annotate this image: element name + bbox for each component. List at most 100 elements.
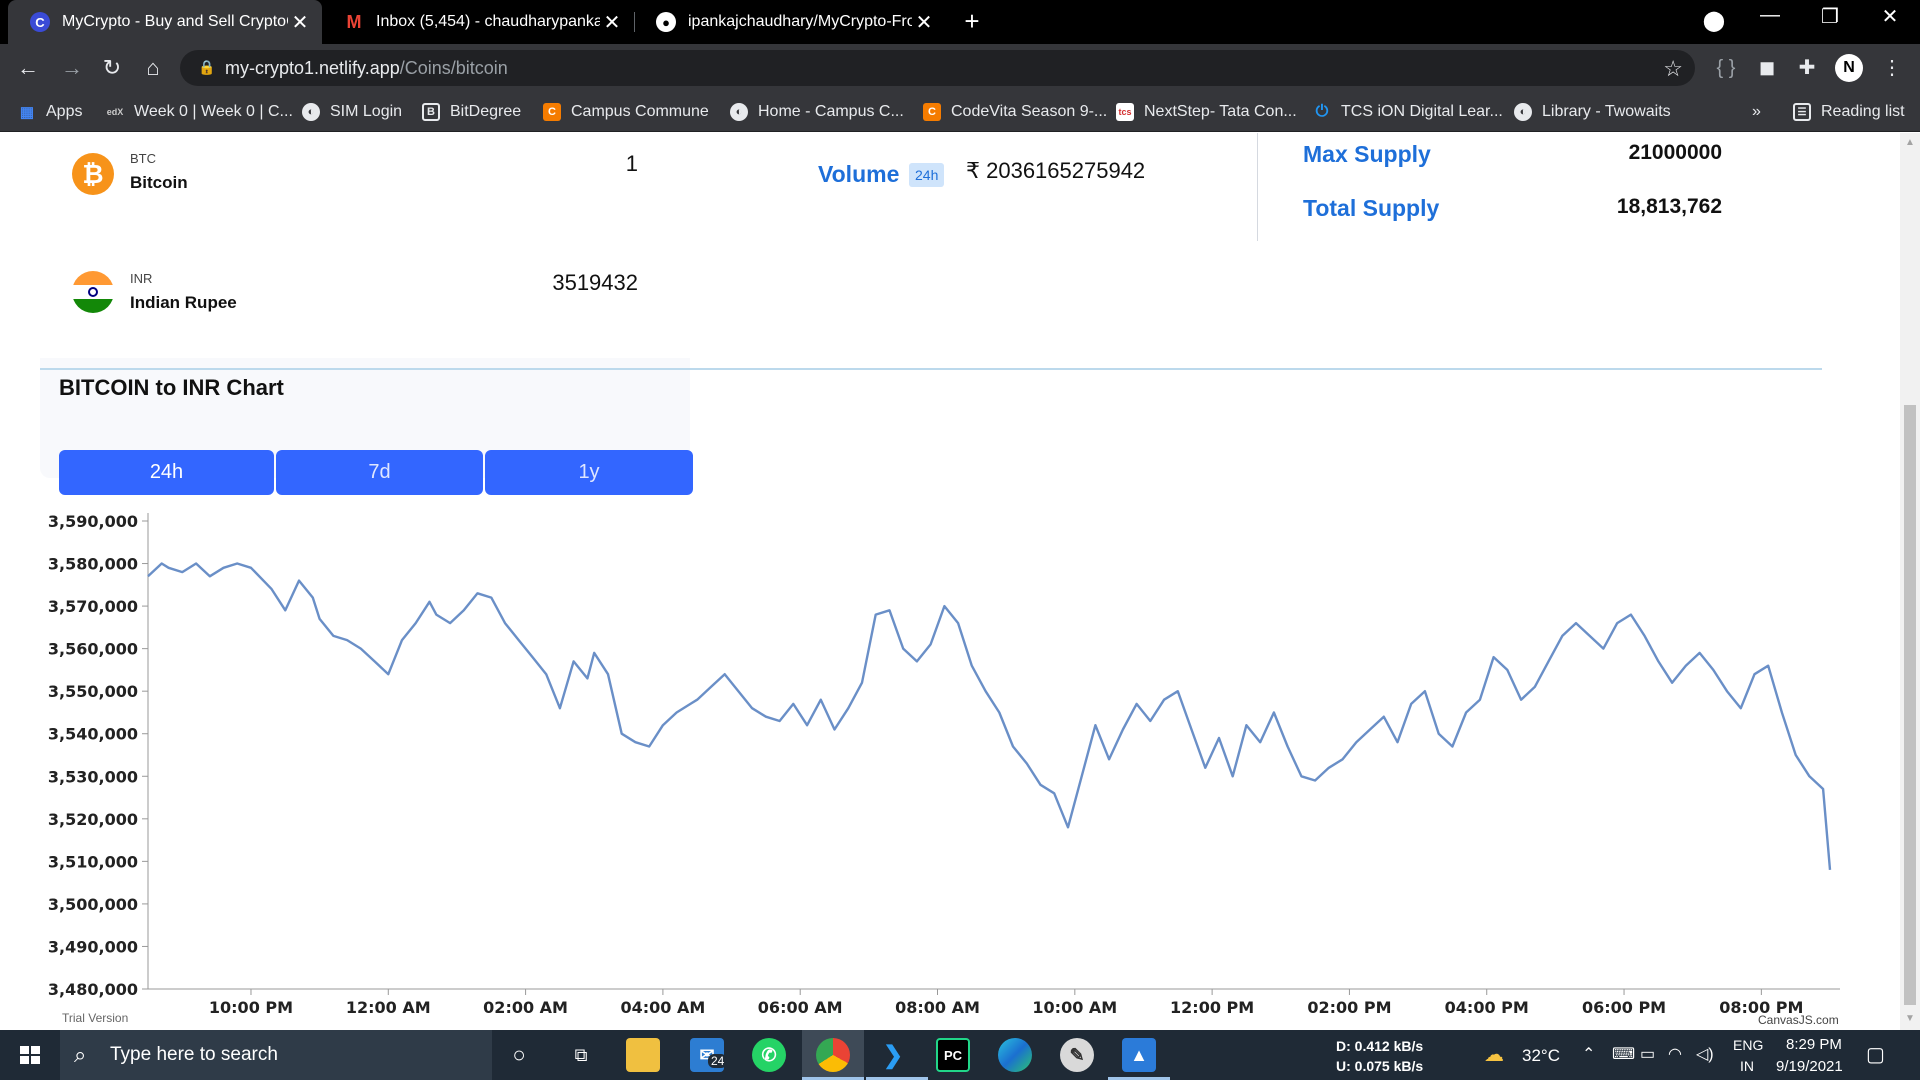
battery-icon[interactable]: ▭ (1640, 1044, 1655, 1064)
forward-arrow-icon[interactable]: → (58, 54, 86, 82)
show-hidden-icons[interactable]: ⌃ (1582, 1044, 1595, 1064)
close-icon[interactable]: ✕ (912, 10, 936, 35)
volume-icon[interactable]: ◁) (1696, 1044, 1714, 1064)
bookmarks-overflow-button[interactable]: » (1752, 101, 1761, 123)
lock-icon: 🔒 (198, 59, 216, 75)
reading-list-button[interactable]: ☰ Reading list (1793, 101, 1905, 123)
close-icon[interactable]: ✕ (600, 10, 624, 35)
globe-icon: ◐ (302, 103, 320, 121)
bookmark-sim-login[interactable]: ◐ SIM Login (302, 101, 402, 123)
y-tick-label: 3,550,000 (48, 682, 138, 701)
y-tick-label: 3,510,000 (48, 852, 138, 871)
bookmark-label: Campus Commune (571, 103, 709, 120)
restore-button[interactable]: ❐ (1810, 4, 1850, 29)
notifications-icon[interactable]: ▢ (1866, 1042, 1885, 1067)
bookmark-label: Library - Twowaits (1542, 103, 1671, 120)
y-tick-label: 3,590,000 (48, 512, 138, 531)
start-button[interactable] (0, 1030, 60, 1080)
trial-version-text: Trial Version (62, 1011, 129, 1025)
x-tick-label: 12:00 PM (1170, 998, 1254, 1017)
bookmark-tcs-ion[interactable]: ⏻ TCS iON Digital Lear... (1313, 101, 1503, 123)
code-extension-icon[interactable]: { } (1712, 54, 1740, 82)
url-path: /Coins/bitcoin (399, 58, 508, 78)
edge-icon[interactable] (998, 1038, 1032, 1072)
paint-icon[interactable]: ✎ (1060, 1038, 1094, 1072)
bookmark-codevita[interactable]: C CodeVita Season 9-... (923, 101, 1107, 123)
weather-icon[interactable]: ☁ (1484, 1042, 1504, 1067)
y-tick-label: 3,540,000 (48, 725, 138, 744)
bookmark-label: Week 0 | Week 0 | C... (134, 103, 293, 120)
bitdegree-icon: B (422, 103, 440, 121)
address-bar[interactable]: 🔒 my-crypto1.netlify.app/Coins/bitcoin ☆ (180, 50, 1695, 86)
bookmark-apps[interactable]: ▦ Apps (18, 101, 83, 123)
bookmark-edx[interactable]: edX Week 0 | Week 0 | C... (106, 101, 293, 123)
bookmark-star-icon[interactable]: ☆ (1663, 56, 1683, 82)
x-tick-label: 06:00 AM (758, 998, 843, 1017)
scroll-up-arrow-icon[interactable]: ▲ (1905, 137, 1915, 148)
photos-icon[interactable]: ▲ (1122, 1038, 1156, 1072)
bookmark-library[interactable]: ◐ Library - Twowaits (1514, 101, 1671, 123)
clock-time[interactable]: 8:29 PM (1786, 1036, 1842, 1053)
scrollbar-thumb[interactable] (1904, 405, 1916, 1005)
price-chart: 3,590,000 3,580,000 3,570,000 3,560,000 3,55… (48, 512, 1840, 1017)
y-tick-label: 3,490,000 (48, 937, 138, 956)
reload-icon[interactable]: ↻ (98, 54, 126, 82)
meet-now-icon[interactable]: ⌨ (1612, 1044, 1635, 1064)
chrome-icon[interactable] (816, 1038, 850, 1072)
task-view-icon[interactable]: ⧉ (564, 1038, 598, 1072)
page-scrollbar[interactable]: ▲ ▼ (1900, 133, 1920, 1030)
tcs-icon: tcs (1116, 103, 1134, 121)
tab-gmail[interactable]: M Inbox (5,454) - chaudharypankaja ✕ (322, 0, 634, 44)
canvasjs-credit[interactable]: CanvasJS.com (1758, 1013, 1839, 1027)
gmail-icon: M (346, 11, 362, 32)
bookmark-label: TCS iON Digital Lear... (1341, 103, 1503, 120)
bookmark-bitdegree[interactable]: B BitDegree (422, 101, 521, 123)
search-placeholder: Type here to search (110, 1044, 278, 1065)
y-tick-label: 3,500,000 (48, 895, 138, 914)
page-content: ₿ BTC Bitcoin 1 INR Indian Rupee 3519432… (0, 133, 1900, 1030)
tab-mycrypto[interactable]: C MyCrypto - Buy and Sell CryptoC ✕ (8, 0, 322, 44)
url-host: my-crypto1.netlify.app (225, 58, 400, 78)
globe-icon: ◐ (1514, 103, 1532, 121)
tab-title: MyCrypto - Buy and Sell CryptoC (62, 13, 288, 30)
back-arrow-icon[interactable]: ← (14, 54, 42, 82)
vscode-icon[interactable]: ❯ (876, 1038, 910, 1072)
close-window-button[interactable]: ✕ (1870, 4, 1910, 29)
y-tick-label: 3,580,000 (48, 555, 138, 574)
bookmark-nextstep[interactable]: tcs NextStep- Tata Con... (1116, 101, 1297, 123)
close-icon[interactable]: ✕ (288, 10, 312, 35)
extension-icon[interactable]: ◼ (1753, 54, 1781, 82)
wifi-icon[interactable]: ◠ (1668, 1044, 1682, 1064)
bookmark-label: CodeVita Season 9-... (951, 103, 1108, 120)
y-tick-label: 3,520,000 (48, 810, 138, 829)
clock-date[interactable]: 9/19/2021 (1776, 1058, 1843, 1075)
tab-search-icon[interactable]: ⬤ (1694, 8, 1734, 33)
cortana-icon[interactable]: ○ (502, 1038, 536, 1072)
tab-github[interactable]: ● ipankajchaudhary/MyCrypto-Fro ✕ (634, 0, 946, 44)
x-tick-label: 04:00 AM (620, 998, 705, 1017)
bookmark-label: SIM Login (330, 103, 403, 120)
y-tick-label: 3,530,000 (48, 767, 138, 786)
mail-badge: 24 (708, 1054, 728, 1068)
globe-icon: ◐ (730, 103, 748, 121)
y-tick-label: 3,560,000 (48, 640, 138, 659)
pycharm-icon[interactable]: PC (936, 1038, 970, 1072)
new-tab-button[interactable]: + (952, 6, 992, 37)
language-code[interactable]: ENG (1733, 1037, 1763, 1053)
profile-avatar[interactable]: N (1835, 54, 1863, 82)
temperature[interactable]: 32°C (1522, 1046, 1560, 1066)
tab-title: ipankajchaudhary/MyCrypto-Fro (688, 13, 912, 30)
puzzle-extensions-icon[interactable]: ✚ (1793, 54, 1821, 82)
minimize-button[interactable]: — (1750, 4, 1790, 27)
scroll-down-arrow-icon[interactable]: ▼ (1905, 1013, 1915, 1024)
tab-title: Inbox (5,454) - chaudharypankaja (376, 13, 600, 30)
home-icon[interactable]: ⌂ (139, 54, 167, 82)
language-region[interactable]: IN (1740, 1058, 1754, 1074)
bookmark-campus-commune[interactable]: C Campus Commune (543, 101, 709, 123)
bookmark-home-campus[interactable]: ◐ Home - Campus C... (730, 101, 904, 123)
whatsapp-icon[interactable]: ✆ (752, 1038, 786, 1072)
bookmark-label: NextStep- Tata Con... (1144, 103, 1297, 120)
chrome-menu-icon[interactable]: ⋮ (1878, 54, 1906, 82)
taskbar-search-box[interactable]: ⌕ Type here to search (60, 1030, 492, 1080)
file-explorer-icon[interactable] (626, 1038, 660, 1072)
